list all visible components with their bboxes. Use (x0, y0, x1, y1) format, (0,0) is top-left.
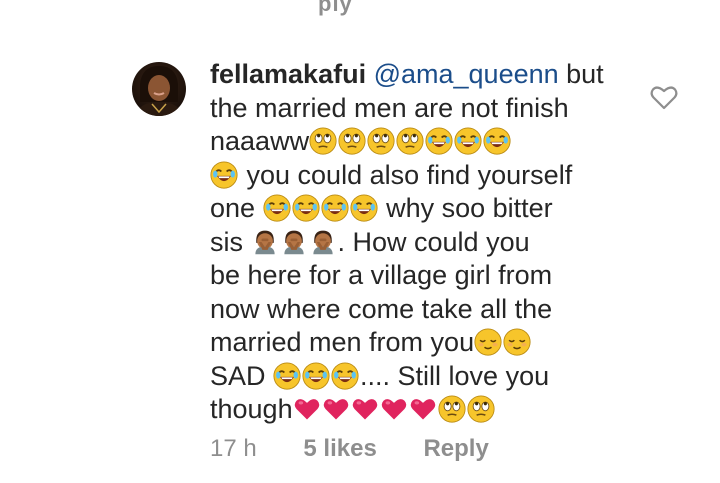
tears-of-joy-icon (321, 194, 349, 222)
face-with-rolling-eyes-icon (396, 127, 424, 155)
face-with-rolling-eyes-icon (309, 127, 337, 155)
comment-mention[interactable]: @ama_queenn (374, 59, 559, 89)
comment-text: one (210, 193, 263, 223)
comment-text: though (210, 394, 293, 424)
comment-body: fellamakafui @ama_queenn but the married… (210, 58, 630, 427)
relieved-face-icon (474, 328, 502, 356)
tears-of-joy-icon (292, 194, 320, 222)
profile-avatar-icon (136, 66, 182, 116)
comment-line-10: SAD .... Still love you (210, 360, 630, 394)
comment-line-6: sis . How could you (210, 226, 630, 260)
tears-of-joy-icon (331, 362, 359, 390)
comment-timestamp: 17 h (210, 435, 257, 462)
comment-line-4: you could also find yourself (210, 159, 630, 193)
comment-text: SAD (210, 360, 274, 391)
comment-line-11: though (210, 393, 630, 427)
comment-line-9: married men from you (210, 326, 630, 360)
comment-line-1: fellamakafui @ama_queenn but (210, 58, 630, 92)
red-heart-icon (322, 395, 350, 423)
comment-text: you could also find yourself (239, 159, 573, 190)
red-heart-icon (351, 395, 379, 423)
red-heart-icon (380, 395, 408, 423)
red-heart-icon (293, 395, 321, 423)
comment-text: married men from you (210, 327, 475, 357)
previous-reply-fragment: ply (318, 0, 353, 16)
face-with-rolling-eyes-icon (338, 127, 366, 155)
face-with-rolling-eyes-icon (438, 395, 466, 423)
heart-outline-icon (650, 86, 678, 110)
likes-count[interactable]: 5 likes (303, 435, 376, 463)
avatar[interactable] (132, 62, 186, 116)
face-palm-icon (309, 228, 337, 256)
like-button[interactable] (650, 84, 678, 110)
tears-of-joy-icon (263, 194, 291, 222)
tears-of-joy-icon (302, 362, 330, 390)
comment-line-5: one why soo bitter (210, 192, 630, 226)
reply-button[interactable]: Reply (423, 435, 488, 463)
tears-of-joy-icon (210, 161, 238, 189)
comment-text: sis (210, 226, 251, 257)
comment-line-2: the married men are not finish (210, 92, 569, 123)
face-with-rolling-eyes-icon (467, 395, 495, 423)
comment-username[interactable]: fellamakafui (210, 59, 366, 89)
comment-text: why soo bitter (378, 193, 553, 223)
red-heart-icon (409, 395, 437, 423)
comment-text: .... Still love you (360, 360, 550, 391)
relieved-face-icon (503, 328, 531, 356)
tears-of-joy-icon (425, 127, 453, 155)
comment-line-7: be here for a village girl from (210, 260, 553, 290)
tears-of-joy-icon (350, 194, 378, 222)
tears-of-joy-icon (483, 127, 511, 155)
tears-of-joy-icon (454, 127, 482, 155)
comment-text: naaaww (210, 126, 310, 156)
face-palm-icon (251, 228, 279, 256)
comment-line-3: naaaww (210, 125, 630, 159)
face-with-rolling-eyes-icon (367, 127, 395, 155)
comment-line-8: now where come take all the (210, 293, 553, 324)
comment-text: but (558, 59, 604, 89)
comment-text: . How could you (337, 226, 530, 257)
comment-meta: 17 h 5 likes Reply (210, 435, 489, 463)
face-palm-icon (280, 228, 308, 256)
tears-of-joy-icon (273, 362, 301, 390)
